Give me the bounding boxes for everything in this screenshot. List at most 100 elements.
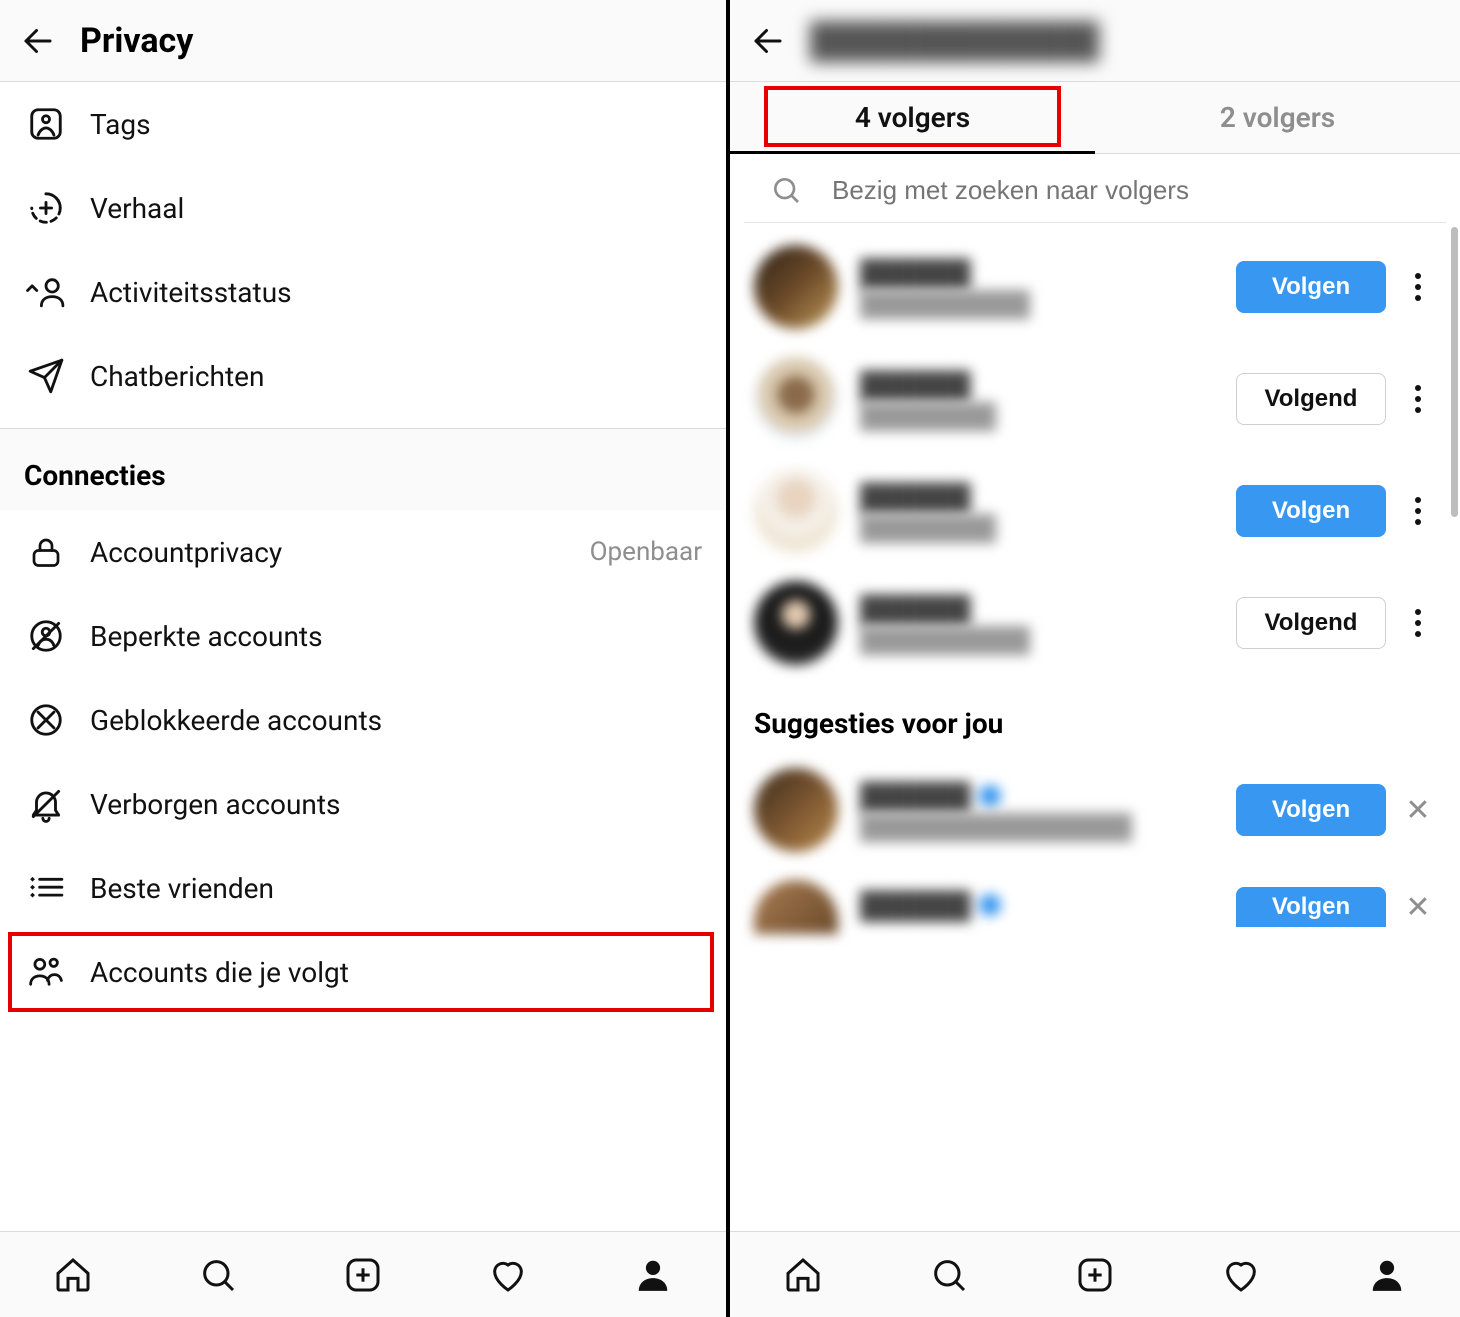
username: ██████ bbox=[860, 260, 1224, 286]
avatar[interactable] bbox=[754, 581, 838, 665]
avatar[interactable] bbox=[754, 768, 838, 852]
more-options-button[interactable] bbox=[1400, 609, 1436, 637]
setting-label: Chatberichten bbox=[90, 360, 264, 393]
header: Privacy bbox=[0, 0, 726, 82]
back-button[interactable] bbox=[18, 21, 58, 61]
bottom-nav bbox=[0, 1231, 726, 1317]
follow-button[interactable]: Volgen bbox=[1236, 261, 1386, 313]
nav-create[interactable] bbox=[339, 1251, 387, 1299]
nav-home[interactable] bbox=[49, 1251, 97, 1299]
dismiss-button[interactable]: ✕ bbox=[1400, 793, 1436, 828]
tab-followers[interactable]: 4 volgers bbox=[730, 82, 1095, 153]
displayname: ██████████ bbox=[860, 290, 1224, 314]
setting-muted[interactable]: Verborgen accounts bbox=[0, 762, 726, 846]
header: ████████████ bbox=[730, 0, 1460, 82]
follower-row: ██████ ████████ Volgend bbox=[730, 343, 1460, 455]
followers-tabs: 4 volgers 2 volgers bbox=[730, 82, 1460, 154]
search-input[interactable] bbox=[832, 175, 1422, 206]
displayname: ████████ bbox=[860, 514, 1224, 538]
setting-close-friends[interactable]: Beste vrienden bbox=[0, 846, 726, 930]
displayname: ████████████████ bbox=[860, 813, 1224, 837]
follow-button[interactable]: Volgen bbox=[1236, 784, 1386, 836]
arrow-left-icon bbox=[750, 23, 786, 59]
following-button[interactable]: Volgend bbox=[1236, 373, 1386, 425]
username: ██████ bbox=[860, 372, 1224, 398]
username: ██████ bbox=[860, 783, 1224, 809]
more-options-button[interactable] bbox=[1400, 273, 1436, 301]
setting-activity-status[interactable]: Activiteitsstatus bbox=[0, 250, 726, 334]
nav-profile[interactable] bbox=[629, 1251, 677, 1299]
restricted-icon bbox=[24, 614, 68, 658]
back-button[interactable] bbox=[748, 21, 788, 61]
following-button[interactable]: Volgend bbox=[1236, 597, 1386, 649]
avatar[interactable] bbox=[754, 469, 838, 553]
setting-label: Tags bbox=[90, 108, 151, 141]
tab-label: 2 volgers bbox=[1220, 101, 1335, 134]
page-title: Privacy bbox=[80, 21, 193, 61]
tag-icon bbox=[24, 102, 68, 146]
scrollbar[interactable] bbox=[1451, 227, 1458, 517]
bottom-nav bbox=[730, 1231, 1460, 1317]
setting-story[interactable]: Verhaal bbox=[0, 166, 726, 250]
nav-home[interactable] bbox=[779, 1251, 827, 1299]
setting-blocked[interactable]: Geblokkeerde accounts bbox=[0, 678, 726, 762]
displayname: ████████ bbox=[860, 402, 1224, 426]
followers-panel: ████████████ 4 volgers 2 volgers ██████ … bbox=[730, 0, 1460, 1317]
lock-icon bbox=[24, 530, 68, 574]
nav-activity[interactable] bbox=[484, 1251, 532, 1299]
setting-messages[interactable]: Chatberichten bbox=[0, 334, 726, 428]
username: ██████ bbox=[860, 892, 1224, 918]
arrow-left-icon bbox=[20, 23, 56, 59]
user-name-block[interactable]: ██████ ██████████ bbox=[860, 596, 1224, 650]
follow-button[interactable]: Volgen bbox=[1236, 485, 1386, 537]
following-icon bbox=[24, 950, 68, 994]
nav-activity[interactable] bbox=[1217, 1251, 1265, 1299]
nav-profile[interactable] bbox=[1363, 1251, 1411, 1299]
setting-label: Verborgen accounts bbox=[90, 788, 340, 821]
close-friends-icon bbox=[24, 866, 68, 910]
tab-label: 4 volgers bbox=[855, 101, 970, 134]
suggestion-row: ██████ Volgen ✕ bbox=[730, 866, 1460, 934]
avatar[interactable] bbox=[754, 357, 838, 441]
setting-label: Accounts die je volgt bbox=[90, 956, 349, 989]
nav-create[interactable] bbox=[1071, 1251, 1119, 1299]
dismiss-button[interactable]: ✕ bbox=[1400, 890, 1436, 925]
tab-following[interactable]: 2 volgers bbox=[1095, 82, 1460, 153]
setting-meta: Openbaar bbox=[590, 537, 702, 567]
nav-search[interactable] bbox=[194, 1251, 242, 1299]
user-name-block[interactable]: ██████ ████████████████ bbox=[860, 783, 1224, 837]
setting-account-privacy[interactable]: Accountprivacy Openbaar bbox=[0, 510, 726, 594]
displayname: ██████████ bbox=[860, 626, 1224, 650]
setting-label: Activiteitsstatus bbox=[90, 276, 292, 309]
follower-row: ██████ ██████████ Volgen bbox=[730, 231, 1460, 343]
setting-label: Beperkte accounts bbox=[90, 620, 323, 653]
bell-off-icon bbox=[24, 782, 68, 826]
avatar[interactable] bbox=[754, 245, 838, 329]
more-options-button[interactable] bbox=[1400, 385, 1436, 413]
avatar[interactable] bbox=[754, 880, 838, 934]
setting-restricted[interactable]: Beperkte accounts bbox=[0, 594, 726, 678]
setting-label: Accountprivacy bbox=[90, 536, 282, 569]
user-name-block[interactable]: ██████ ████████ bbox=[860, 484, 1224, 538]
user-name-block[interactable]: ██████ bbox=[860, 892, 1224, 922]
followers-body: ██████ ██████████ Volgen ██████ ████████… bbox=[730, 154, 1460, 1231]
blocked-icon bbox=[24, 698, 68, 742]
follow-button[interactable]: Volgen bbox=[1236, 887, 1386, 927]
setting-label: Beste vrienden bbox=[90, 872, 274, 905]
search-row bbox=[744, 154, 1446, 223]
user-name-block[interactable]: ██████ ████████ bbox=[860, 372, 1224, 426]
suggestion-row: ██████ ████████████████ Volgen ✕ bbox=[730, 754, 1460, 866]
user-name-block[interactable]: ██████ ██████████ bbox=[860, 260, 1224, 314]
send-icon bbox=[24, 354, 68, 398]
nav-search[interactable] bbox=[925, 1251, 973, 1299]
verified-badge-icon bbox=[979, 785, 1001, 807]
settings-list: Tags Verhaal Activiteitsstatus Chatberic… bbox=[0, 82, 726, 1231]
story-icon bbox=[24, 186, 68, 230]
setting-accounts-you-follow[interactable]: Accounts die je volgt bbox=[0, 930, 726, 1014]
setting-label: Geblokkeerde accounts bbox=[90, 704, 382, 737]
more-options-button[interactable] bbox=[1400, 497, 1436, 525]
privacy-settings-panel: Privacy Tags Verhaal Activiteitsstatus bbox=[0, 0, 730, 1317]
profile-username: ████████████ bbox=[810, 21, 1099, 61]
follower-row: ██████ ████████ Volgen bbox=[730, 455, 1460, 567]
setting-tags[interactable]: Tags bbox=[0, 82, 726, 166]
